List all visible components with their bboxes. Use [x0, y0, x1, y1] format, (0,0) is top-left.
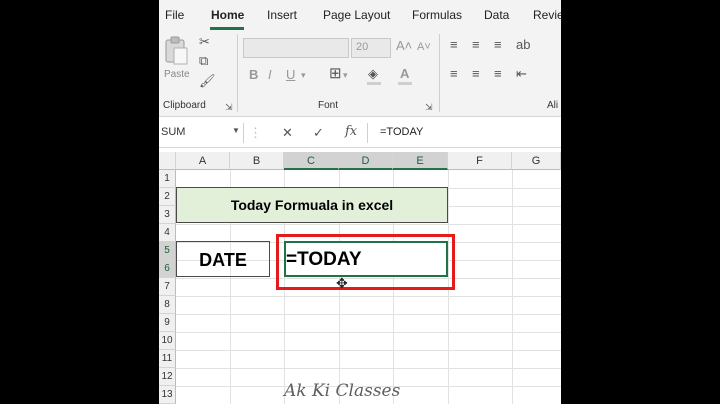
gridline [176, 314, 561, 315]
column-header-f[interactable]: F [448, 152, 512, 170]
formula-text: =TODAY [380, 126, 424, 138]
tab-page-layout[interactable]: Page Layout [323, 8, 390, 22]
borders-dropdown-icon[interactable]: ▾ [343, 68, 348, 82]
orientation-icon[interactable]: ab [516, 38, 530, 52]
tab-home[interactable]: Home [211, 8, 244, 22]
column-header-a[interactable]: A [176, 152, 230, 170]
borders-icon[interactable]: ⊞ [329, 66, 342, 81]
row-header-5[interactable]: 5 [159, 242, 176, 260]
highlight-box [276, 234, 455, 290]
row-header-10[interactable]: 10 [159, 332, 176, 350]
row-header-7[interactable]: 7 [159, 278, 176, 296]
underline-icon[interactable]: U [286, 68, 295, 82]
align-bottom-icon[interactable]: ≡ [494, 38, 502, 52]
group-separator [439, 34, 440, 112]
select-all-corner[interactable] [159, 152, 176, 170]
row-header-12[interactable]: 12 [159, 368, 176, 386]
increase-font-icon[interactable]: A˄ [396, 39, 412, 53]
title-cell[interactable]: Today Formuala in excel [176, 187, 448, 223]
spreadsheet-grid[interactable]: A B C D E F G 1 2 3 4 5 6 7 8 9 10 11 12… [159, 152, 561, 404]
tab-file[interactable]: File [165, 8, 184, 22]
name-box-value: SUM [161, 126, 186, 138]
column-header-e[interactable]: E [393, 152, 448, 170]
align-top-icon[interactable]: ≡ [450, 38, 458, 52]
gridline [176, 332, 561, 333]
tab-review[interactable]: Revie [533, 8, 561, 22]
insert-function-icon[interactable]: fx [345, 125, 357, 139]
align-center-icon[interactable]: ≡ [472, 67, 480, 81]
cancel-icon[interactable]: ✕ [282, 126, 293, 140]
tab-formulas[interactable]: Formulas [412, 8, 462, 22]
font-color-icon[interactable]: A [400, 67, 409, 81]
column-header-g[interactable]: G [512, 152, 561, 170]
paste-button[interactable]: Paste [161, 34, 191, 84]
row-header-13[interactable]: 13 [159, 386, 176, 404]
gridline [176, 368, 561, 369]
row-header-2[interactable]: 2 [159, 188, 176, 206]
formula-input[interactable]: =TODAY [367, 123, 561, 143]
row-header-3[interactable]: 3 [159, 206, 176, 224]
date-label-cell[interactable]: DATE [176, 241, 270, 277]
fill-color-icon[interactable]: ◈ [368, 67, 378, 81]
decrease-indent-icon[interactable]: ⇤ [516, 67, 527, 81]
underline-dropdown-icon[interactable]: ▾ [301, 68, 306, 82]
enter-icon[interactable]: ✓ [313, 126, 324, 140]
clipboard-launcher-icon[interactable]: ⇲ [225, 100, 233, 114]
font-size-value: 20 [356, 41, 369, 53]
align-left-icon[interactable]: ≡ [450, 67, 458, 81]
ribbon: Paste ✂ ⧉ 🖌 Clipboard ⇲ 20 A˄ A˅ B I U ▾… [159, 30, 561, 117]
gridline [176, 296, 561, 297]
column-header-c[interactable]: C [284, 152, 339, 170]
cut-icon[interactable]: ✂ [199, 35, 210, 49]
gridline [176, 224, 561, 225]
align-middle-icon[interactable]: ≡ [472, 38, 480, 52]
paste-label: Paste [164, 69, 190, 80]
format-painter-icon[interactable]: 🖌 [199, 74, 216, 88]
clipboard-group-label: Clipboard [163, 100, 206, 111]
decrease-font-icon[interactable]: A˅ [417, 40, 431, 54]
row-header-1[interactable]: 1 [159, 170, 176, 188]
italic-icon[interactable]: I [268, 68, 272, 82]
watermark: Ak Ki Classes [284, 381, 401, 401]
cell-cursor-icon: ✥ [336, 275, 348, 291]
more-icon: ⋮ [249, 125, 262, 140]
row-header-8[interactable]: 8 [159, 296, 176, 314]
name-box[interactable]: SUM ▼ [159, 123, 244, 143]
font-name-dropdown[interactable] [243, 38, 349, 58]
row-header-11[interactable]: 11 [159, 350, 176, 368]
excel-window: File Home Insert Page Layout Formulas Da… [159, 0, 561, 404]
font-color-bar [398, 82, 412, 85]
align-right-icon[interactable]: ≡ [494, 67, 502, 81]
column-header-b[interactable]: B [230, 152, 284, 170]
bold-icon[interactable]: B [249, 68, 258, 82]
group-separator [237, 34, 238, 112]
row-header-9[interactable]: 9 [159, 314, 176, 332]
alignment-group-label: Ali [547, 100, 559, 111]
copy-icon[interactable]: ⧉ [199, 54, 208, 68]
name-box-dropdown-icon[interactable]: ▼ [232, 126, 240, 135]
fill-color-bar [367, 82, 381, 85]
font-launcher-icon[interactable]: ⇲ [425, 100, 433, 114]
ribbon-tabs: File Home Insert Page Layout Formulas Da… [159, 0, 561, 30]
tab-data[interactable]: Data [484, 8, 509, 22]
tab-insert[interactable]: Insert [267, 8, 297, 22]
row-header-4[interactable]: 4 [159, 224, 176, 242]
row-header-6[interactable]: 6 [159, 260, 176, 278]
gridline [176, 350, 561, 351]
font-size-dropdown[interactable]: 20 [351, 38, 391, 58]
font-group-label: Font [318, 100, 339, 111]
paste-icon [165, 36, 188, 65]
column-header-d[interactable]: D [339, 152, 393, 170]
formula-bar: SUM ▼ ⋮ ✕ ✓ fx =TODAY [159, 119, 561, 148]
